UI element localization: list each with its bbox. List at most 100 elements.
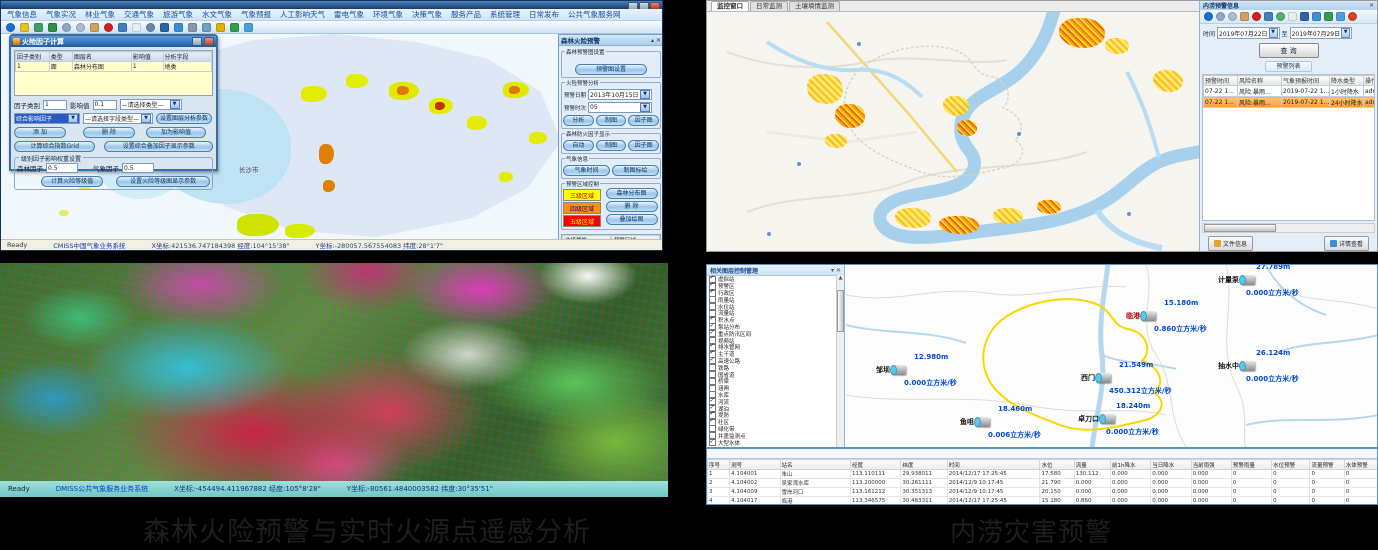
add-button[interactable]: 添 加 — [14, 127, 66, 138]
globe-icon[interactable] — [1204, 12, 1213, 21]
factor-input[interactable]: 1 — [43, 100, 67, 110]
panel-button[interactable]: 因子图 — [628, 115, 659, 126]
type-select[interactable]: —请选择类型—▼ — [120, 99, 182, 110]
warning-list-table[interactable]: 预警时间风险名称气象预报时间降水类型操作人07-22 1...风险:暴雨...2… — [1202, 74, 1375, 221]
delete-button[interactable]: 删 除 — [83, 127, 135, 138]
menu-item[interactable]: 环境气象 — [373, 9, 403, 20]
date-from-input[interactable]: 2019年07月22日▼ — [1217, 27, 1280, 39]
scroll-up-icon[interactable]: ▲ — [837, 275, 844, 282]
monitor-station[interactable]: 15.180m临港0.860立方米/秒 — [1126, 311, 1156, 321]
back-arrow-icon[interactable] — [230, 23, 239, 32]
zoom-out-icon[interactable] — [1228, 12, 1237, 21]
close-icon[interactable]: ✕ — [836, 267, 841, 274]
table-row[interactable]: 14.104001朱山113.11011129.9380112014/12/17… — [708, 470, 1378, 479]
table-row[interactable]: 1面森林分布图1地类 — [16, 62, 212, 72]
table-row[interactable]: 24.104002吴家湾水库113.20000030.2611112014/12… — [708, 479, 1378, 488]
menu-item[interactable]: 水文气象 — [202, 9, 232, 20]
menu-item[interactable]: 气象实况 — [46, 9, 76, 20]
factor-list[interactable]: 因子类别类型图层名影响值分析字段1面森林分布图1地类 — [14, 50, 213, 96]
monitor-station[interactable]: 18.240m卓刀口0.000立方米/秒 — [1078, 414, 1115, 424]
factor-select[interactable]: 综合影响因子▼ — [14, 113, 80, 124]
hand-icon[interactable] — [90, 23, 99, 32]
close-red-icon[interactable] — [1348, 12, 1357, 21]
dialog-titlebar[interactable]: 火险因子计算 — [11, 36, 216, 47]
map-icon[interactable] — [174, 23, 183, 32]
key-icon[interactable] — [216, 23, 225, 32]
close-icon[interactable]: ✕ — [1369, 2, 1374, 9]
tab-1[interactable]: 监控窗口 — [711, 1, 749, 11]
detail-view-button[interactable]: 详情查看 — [1324, 236, 1369, 251]
menu-item[interactable]: 决策气象 — [412, 9, 442, 20]
minimize-icon[interactable] — [192, 37, 202, 46]
pin-icon[interactable]: ▴ — [651, 37, 654, 44]
menu-item[interactable]: 公共气象服务网 — [568, 9, 621, 20]
gauge-cylinder-icon[interactable] — [1141, 311, 1156, 321]
globe-icon[interactable] — [6, 23, 15, 32]
stop-icon[interactable] — [1252, 12, 1261, 21]
collapse-icon[interactable]: ▾ — [831, 267, 834, 274]
file-info-button[interactable]: 文件信息 — [1208, 236, 1253, 251]
gauge-cylinder-icon[interactable] — [1100, 414, 1115, 424]
calc-grid-button[interactable]: 计算综合指数Grid — [14, 141, 95, 152]
menu-item[interactable]: 气象预报 — [241, 9, 271, 20]
zoom-in-icon[interactable] — [62, 23, 71, 32]
panel-button[interactable]: 气象时间 — [563, 165, 610, 176]
back-arrow-icon[interactable] — [1324, 12, 1333, 21]
tab-2[interactable]: 日常监测 — [750, 1, 788, 11]
menu-item[interactable]: 系统管理 — [490, 9, 520, 20]
table-row[interactable]: 44.104017临港113.34657530.4833112014/12/17… — [708, 497, 1378, 506]
monitor-station[interactable]: 12.980m邹坝0.000立方米/秒 — [876, 365, 906, 375]
menu-item[interactable]: 气象信息 — [7, 9, 37, 20]
warning-time-select[interactable]: 05▼ — [588, 102, 652, 113]
chevron-down-icon[interactable]: ▼ — [141, 114, 151, 123]
select-arrow-icon[interactable] — [34, 23, 43, 32]
panel-button[interactable]: 叠加绘图 — [606, 214, 658, 225]
add-impact-button[interactable]: 加为影响值 — [146, 127, 206, 138]
gauge-cylinder-icon[interactable] — [891, 365, 906, 375]
menu-item[interactable]: 日常发布 — [529, 9, 559, 20]
search-icon[interactable] — [146, 23, 155, 32]
monitor-station[interactable]: 21.549m西门450.312立方米/秒 — [1081, 373, 1111, 383]
warning-date-select[interactable]: 2013年10月15日▼ — [588, 89, 652, 100]
set-level-display-button[interactable]: 设置火险等级图显示参数 — [116, 176, 210, 187]
panel-button[interactable]: 因子图 — [628, 140, 659, 151]
zoom-out-icon[interactable] — [76, 23, 85, 32]
zoom-in-icon[interactable] — [1216, 12, 1225, 21]
table-row[interactable]: 07-22 1...风险:暴雨...2019-07-22 1...1小时降水ad… — [1204, 86, 1376, 97]
chevron-down-icon[interactable]: ▼ — [68, 114, 78, 123]
close-icon[interactable] — [204, 37, 214, 46]
weather-factor-input[interactable]: 0.5 — [122, 163, 154, 173]
table-row[interactable]: 34.104009雪岸河口113.16121230.3513132014/12/… — [708, 488, 1378, 497]
window-icon[interactable] — [1264, 12, 1273, 21]
set-layer-params-button[interactable]: 设置图层分析参数 — [156, 113, 212, 124]
tab-3[interactable]: 土壤墒情监测 — [789, 1, 840, 11]
stop-icon[interactable] — [104, 23, 113, 32]
panel-button[interactable]: 制图 — [596, 115, 627, 126]
image-icon[interactable] — [1336, 12, 1345, 21]
forest-factor-input[interactable]: 0.5 — [46, 163, 78, 173]
date-to-input[interactable]: 2019年07月29日▼ — [1290, 27, 1353, 39]
panel-button[interactable]: 制图标绘 — [612, 165, 659, 176]
panel-button[interactable]: 分析 — [563, 115, 594, 126]
measure-icon[interactable] — [20, 23, 29, 32]
chart-icon[interactable] — [1312, 12, 1321, 21]
set-overlay-button[interactable]: 设置综合叠加因子显示参数 — [104, 141, 213, 152]
gauge-cylinder-icon[interactable] — [975, 417, 990, 427]
hand-icon[interactable] — [1240, 12, 1249, 21]
panel-button[interactable]: 删 除 — [606, 201, 658, 212]
vertical-scrollbar[interactable]: ▲ — [836, 275, 844, 447]
image-icon[interactable] — [244, 23, 253, 32]
monitor-icon[interactable] — [1300, 12, 1309, 21]
station-data-table[interactable]: 序号测号站名经度纬度时间水位流量前1h降水当日降水当前雨强预警雨量水位预警流量预… — [707, 458, 1378, 505]
chevron-down-icon[interactable]: ▼ — [640, 90, 650, 99]
system-name-link[interactable]: DMISS公共气象服务业务系统 — [56, 484, 148, 494]
gauge-cylinder-icon[interactable] — [1240, 275, 1255, 285]
menu-item[interactable]: 林业气象 — [85, 9, 115, 20]
system-name-link[interactable]: CMISS中国气象业务系统 — [53, 240, 125, 250]
station-map[interactable]: 27.789m计量泵0.000立方米/秒15.180m临港0.860立方米/秒1… — [846, 265, 1378, 447]
table-row[interactable]: 07-22 1...风险:暴雨...2019-07-22 1...24小时降水a… — [1204, 97, 1376, 108]
gauge-cylinder-icon[interactable] — [1096, 373, 1111, 383]
warning-map-setup-button[interactable]: 预警图设置 — [575, 64, 647, 75]
panel-button[interactable]: 自动 — [563, 140, 594, 151]
menu-item[interactable]: 交通气象 — [124, 9, 154, 20]
